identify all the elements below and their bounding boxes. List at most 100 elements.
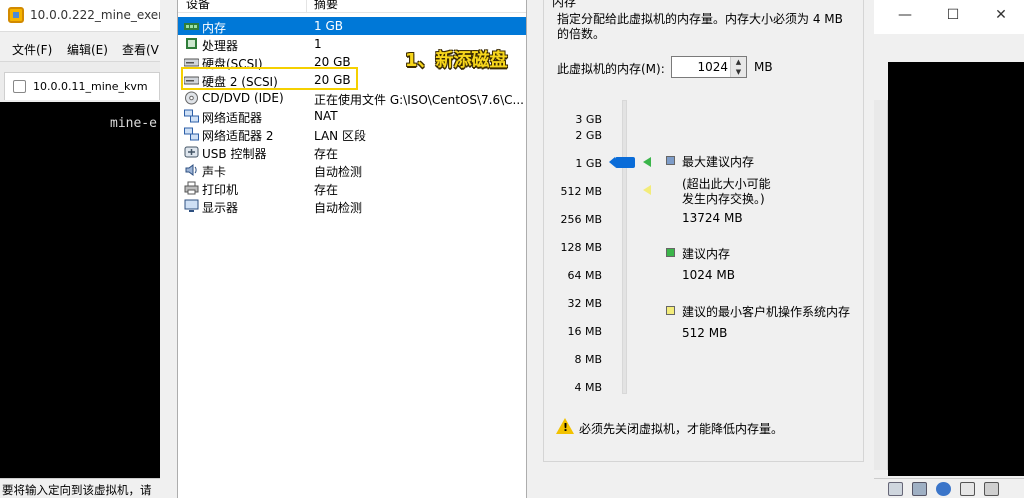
tray-cd-icon[interactable] <box>912 482 927 496</box>
device-name: 打印机 <box>202 183 239 197</box>
device-row-cd-dvd[interactable]: CD/DVD (IDE) 正在使用文件 G:\ISO\CentOS\7.6\C.… <box>178 89 526 107</box>
tray-usb-icon[interactable] <box>960 482 975 496</box>
device-name: 网络适配器 2 <box>202 129 274 143</box>
device-name: 声卡 <box>202 165 227 179</box>
close-button[interactable]: ✕ <box>986 4 1016 26</box>
header-separator <box>178 12 526 13</box>
vmware-app-icon <box>8 7 24 23</box>
sound-card-icon <box>185 164 197 176</box>
device-summary: NAT <box>314 109 338 123</box>
scale-label: 512 MB <box>560 185 602 198</box>
minimum-memory-legend-icon <box>666 306 675 315</box>
network-adapter-icon <box>184 127 199 141</box>
background-window-titlebar: 10.0.0.222_mine_exerc <box>0 0 169 32</box>
device-summary: 1 GB <box>314 19 343 33</box>
scale-label: 64 MB <box>567 269 602 282</box>
background-window-right: — ☐ ✕ <box>874 0 1024 498</box>
menu-view[interactable]: 查看(V <box>122 41 159 58</box>
device-name: 网络适配器 <box>202 111 263 125</box>
memory-group-title: 内存 <box>550 0 579 10</box>
cd-dvd-icon <box>185 91 198 105</box>
device-row-usb-controller[interactable]: USB 控制器 存在 <box>178 143 526 161</box>
scale-label: 128 MB <box>560 241 602 254</box>
minimum-memory-value: 512 MB <box>682 326 728 340</box>
scale-label: 32 MB <box>567 297 602 310</box>
minimize-button[interactable]: — <box>890 4 920 26</box>
scale-label: 4 MB <box>574 381 602 394</box>
device-row-printer[interactable]: 打印机 存在 <box>178 179 526 197</box>
scale-label: 8 MB <box>574 353 602 366</box>
minimum-memory-title: 建议的最小客户机操作系统内存 <box>682 305 851 319</box>
scale-label: 3 GB <box>575 113 602 126</box>
device-row-network-adapter-2[interactable]: 网络适配器 2 LAN 区段 <box>178 125 526 143</box>
max-memory-note: (超出此大小可能 发生内存交换。) <box>682 177 771 206</box>
device-row-memory[interactable]: 内存 1 GB <box>178 17 526 35</box>
spin-up-button[interactable]: ▲ <box>730 57 746 67</box>
status-text: 要将输入定向到该虚拟机，请 <box>2 483 152 497</box>
memory-field-label: 此虚拟机的内存(M): <box>557 62 665 76</box>
device-name: 处理器 <box>202 39 239 53</box>
column-divider[interactable] <box>306 0 307 13</box>
device-name: 硬盘 2 (SCSI) <box>202 75 278 89</box>
device-tray <box>874 478 1024 498</box>
device-summary: 20 GB <box>314 55 351 69</box>
memory-icon <box>184 23 199 30</box>
device-summary: 正在使用文件 G:\ISO\CentOS\7.6\C... <box>314 93 524 107</box>
device-name: 显示器 <box>202 201 239 215</box>
background-statusbar: 要将输入定向到该虚拟机，请 <box>0 478 160 498</box>
device-column-header[interactable]: 设备 <box>186 0 210 12</box>
summary-column-header[interactable]: 摘要 <box>314 0 338 12</box>
spin-down-button[interactable]: ▼ <box>730 67 746 77</box>
device-row-display[interactable]: 显示器 自动检测 <box>178 197 526 215</box>
max-memory-title: 最大建议内存 <box>682 155 755 169</box>
device-summary: 存在 <box>314 147 339 161</box>
menu-file[interactable]: 文件(F) <box>12 41 52 58</box>
scale-label: 2 GB <box>575 129 602 142</box>
minimum-memory-marker <box>643 185 651 195</box>
device-summary: 1 <box>314 37 322 51</box>
recommended-memory-marker <box>643 157 651 167</box>
scale-label: 256 MB <box>560 213 602 226</box>
scale-label: 1 GB <box>575 157 602 170</box>
warning-icon-mark: ! <box>563 421 569 434</box>
maximize-button[interactable]: ☐ <box>938 4 968 26</box>
vm-tab-icon <box>13 80 26 93</box>
max-memory-value: 13724 MB <box>682 211 743 225</box>
recommended-memory-value: 1024 MB <box>682 268 735 282</box>
vm-tab[interactable]: 10.0.0.11_mine_kvm <box>4 72 160 100</box>
vm-tab-label: 10.0.0.11_mine_kvm <box>33 80 148 93</box>
hard-disk-icon <box>184 76 199 85</box>
memory-slider-track[interactable] <box>622 100 627 394</box>
tray-printer-icon[interactable] <box>984 482 999 496</box>
device-row-sound-card[interactable]: 声卡 自动检测 <box>178 161 526 179</box>
console-text: mine-e <box>110 116 157 131</box>
device-summary: LAN 区段 <box>314 129 366 143</box>
recommended-memory-title: 建议内存 <box>682 247 731 261</box>
processor-icon <box>186 38 197 49</box>
scale-label: 16 MB <box>567 325 602 338</box>
device-list: 设备 摘要 内存 1 GB 处理器 1 硬盘(SCSI) 20 GB 硬盘 2 … <box>177 0 527 498</box>
scrollbar[interactable] <box>874 100 888 470</box>
device-row-network-adapter[interactable]: 网络适配器 NAT <box>178 107 526 125</box>
device-name: CD/DVD (IDE) <box>202 91 284 105</box>
memory-slider-thumb[interactable] <box>609 157 635 168</box>
vm-console[interactable]: mine-e <box>0 102 160 478</box>
network-adapter-icon <box>184 109 199 123</box>
device-summary: 20 GB <box>314 73 351 87</box>
tray-network-icon[interactable] <box>936 482 951 496</box>
memory-unit-label: MB <box>754 60 773 74</box>
max-memory-legend-icon <box>666 156 675 165</box>
background-menubar: 文件(F) 编辑(E) 查看(V <box>0 32 160 62</box>
menu-edit[interactable]: 编辑(E) <box>67 41 108 58</box>
vm-tabstrip: 10.0.0.11_mine_kvm <box>0 62 160 102</box>
device-name: 硬盘(SCSI) <box>202 57 263 71</box>
hard-disk-icon <box>184 58 199 67</box>
new-disk-annotation: 1、新添磁盘 <box>405 50 508 71</box>
device-row-hard-disk-2[interactable]: 硬盘 2 (SCSI) 20 GB <box>178 71 526 89</box>
usb-icon <box>184 146 199 158</box>
device-summary: 自动检测 <box>314 201 363 215</box>
device-name: 内存 <box>202 21 227 35</box>
tray-disk-icon[interactable] <box>888 482 903 496</box>
background-window-title: 10.0.0.222_mine_exerc <box>30 8 170 22</box>
memory-description: 指定分配给此虚拟机的内存量。内存大小必须为 4 MB 的倍数。 <box>557 12 843 41</box>
